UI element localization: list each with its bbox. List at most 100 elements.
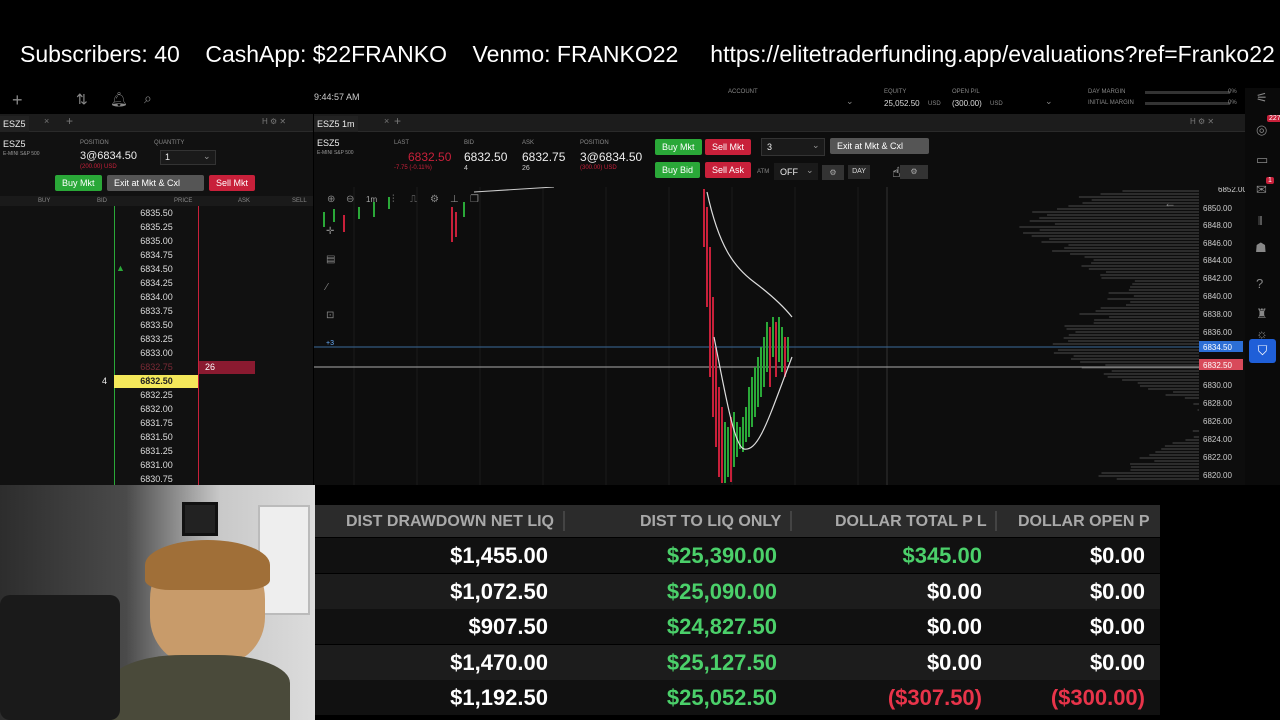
- crosshair-icon[interactable]: ✛: [326, 226, 334, 237]
- quantity-input[interactable]: 1 ⌄: [160, 150, 216, 165]
- dom-position-label: POSITION: [80, 140, 109, 146]
- col-price: PRICE: [174, 198, 192, 204]
- price-chart[interactable]: 6852.00 6850.00 6848.00 6846.00 6844.00 6842.…: [314, 187, 1245, 485]
- shield-icon[interactable]: ⛉: [1249, 339, 1276, 363]
- bid-label: BID: [464, 140, 474, 146]
- ladder-row[interactable]: 6835.50: [0, 207, 313, 221]
- line-draw-icon[interactable]: ⁄: [326, 282, 328, 293]
- last-label: LAST: [394, 140, 409, 146]
- lock-icon[interactable]: ⊡: [326, 310, 334, 321]
- ladder-row[interactable]: 6832.25: [0, 389, 313, 403]
- interval-button[interactable]: 1m: [366, 195, 377, 204]
- ladder-price: 6832.00: [115, 404, 198, 414]
- ladder-price: 6835.00: [115, 236, 198, 246]
- col-bid: BID: [97, 198, 107, 204]
- price-axis-label: 6820.00: [1203, 471, 1232, 480]
- chart-panel-controls-icon[interactable]: H ⚙ ✕: [1190, 117, 1214, 126]
- layout-icon[interactable]: ⊥: [450, 194, 459, 205]
- chart-close-icon[interactable]: ×: [384, 116, 389, 126]
- trophy-icon[interactable]: ♜: [1256, 306, 1268, 322]
- initial-margin-value: 0%: [1228, 100, 1237, 106]
- search-icon[interactable]: ⌕: [144, 90, 152, 107]
- chart-sell-mkt-button[interactable]: Sell Mkt: [705, 139, 751, 155]
- dom-sell-mkt-button[interactable]: Sell Mkt: [209, 175, 255, 191]
- close-icon[interactable]: ×: [44, 116, 49, 126]
- quantity-chevron-icon[interactable]: ⌄: [203, 151, 211, 162]
- transfer-icon[interactable]: ⇅: [76, 91, 88, 108]
- sell-ask-button[interactable]: Sell Ask: [705, 162, 751, 178]
- chart-add-tab-icon[interactable]: +: [394, 114, 401, 128]
- account-stats-table: DIST DRAWDOWN NET LIQ DIST TO LIQ ONLY D…: [315, 505, 1160, 720]
- ladder-row[interactable]: 6831.75: [0, 417, 313, 431]
- ladder-row[interactable]: 6833.50: [0, 319, 313, 333]
- ladder-row[interactable]: ▲ 6834.50: [0, 263, 313, 277]
- table-cell: $0.00: [927, 650, 982, 676]
- chart-buy-mkt-button[interactable]: Buy Mkt: [655, 139, 702, 155]
- table-cell: $25,052.50: [667, 685, 777, 711]
- dom-buy-mkt-button[interactable]: Buy Mkt: [55, 175, 102, 191]
- account-chevron-down-icon[interactable]: ⌄: [846, 96, 854, 107]
- help-icon[interactable]: ?: [1256, 276, 1263, 291]
- panel-controls-icon[interactable]: H ⚙ ✕: [262, 117, 286, 126]
- sliders-icon[interactable]: ⚟: [1256, 90, 1268, 106]
- ladder-row[interactable]: 6833.00: [0, 347, 313, 361]
- ladder-price: 6831.50: [115, 432, 198, 442]
- tif-day-button[interactable]: DAY: [848, 165, 870, 179]
- globe-icon[interactable]: ◎: [1256, 122, 1267, 138]
- indicators-icon[interactable]: ⎍: [410, 194, 417, 205]
- price-axis-label: 6840.00: [1203, 292, 1232, 301]
- equity-unit: USD: [928, 101, 941, 107]
- ladder-row[interactable]: 6831.50: [0, 431, 313, 445]
- ladder-row[interactable]: 6832.00: [0, 403, 313, 417]
- chart-settings-icon[interactable]: ⚙: [430, 194, 439, 205]
- notes-icon[interactable]: ▤: [326, 254, 335, 265]
- add-icon[interactable]: +: [12, 90, 23, 111]
- quantity-label: QUANTITY: [154, 140, 184, 146]
- messages-icon[interactable]: ✉: [1256, 182, 1267, 198]
- ladder-row[interactable]: 6835.25: [0, 221, 313, 235]
- atm-select[interactable]: OFF ⌄: [774, 163, 818, 180]
- copy-icon[interactable]: ❐: [470, 194, 479, 205]
- ask-label: ASK: [522, 140, 534, 146]
- bars-icon[interactable]: ⫼: [1258, 216, 1263, 227]
- dom-exit-button[interactable]: Exit at Mkt & Cxl: [107, 175, 204, 191]
- ladder-row[interactable]: 6834.00: [0, 291, 313, 305]
- dom-position-value: 3@6834.50: [80, 150, 137, 162]
- back-arrow-icon[interactable]: ←: [1164, 196, 1176, 210]
- add-tab-icon[interactable]: +: [66, 114, 73, 128]
- atm-settings-icon[interactable]: ⚙: [822, 165, 844, 180]
- col-buy: BUY: [38, 198, 50, 204]
- zoom-out-icon[interactable]: ⊖: [346, 194, 354, 205]
- tab-esz5-1m[interactable]: ESZ5 1m: [314, 116, 358, 132]
- ladder-row[interactable]: 6833.25: [0, 333, 313, 347]
- table-cell: $0.00: [1090, 614, 1145, 640]
- zoom-in-icon[interactable]: ⊕: [327, 194, 335, 205]
- bell-icon[interactable]: 🔔︎: [110, 91, 128, 108]
- tif-settings-icon[interactable]: ⚙: [900, 165, 928, 179]
- ladder-price: 6835.25: [115, 222, 198, 232]
- chat-icon[interactable]: ▭: [1256, 152, 1268, 168]
- ladder-price: 6833.00: [115, 348, 198, 358]
- ladder-row[interactable]: 6831.25: [0, 445, 313, 459]
- ladder-row[interactable]: 6834.75: [0, 249, 313, 263]
- ladder-row[interactable]: 6835.00: [0, 235, 313, 249]
- chart-position-label: POSITION: [580, 140, 609, 146]
- users-icon[interactable]: ☗: [1255, 240, 1267, 256]
- ladder-row[interactable]: 6834.25: [0, 277, 313, 291]
- ladder-price: 6832.50: [115, 376, 198, 386]
- chart-qty-input[interactable]: 3 ⌄: [761, 138, 825, 156]
- ladder-price: 6831.00: [115, 460, 198, 470]
- price-axis-label: 6838.00: [1203, 310, 1232, 319]
- candle-type-icon[interactable]: ⫶: [392, 194, 395, 205]
- chart-qty-chevron-icon[interactable]: ⌄: [812, 140, 820, 151]
- price-axis-label: 6824.00: [1203, 435, 1232, 444]
- pl-chevron-down-icon[interactable]: ⌄: [1045, 96, 1053, 107]
- ladder-row[interactable]: 6833.75: [0, 305, 313, 319]
- ladder-row[interactable]: 6831.00: [0, 459, 313, 473]
- ladder-row[interactable]: 26 6832.75: [0, 361, 313, 375]
- tab-esz5[interactable]: ESZ5: [0, 116, 29, 132]
- ladder-row[interactable]: 1 4 6832.50: [0, 375, 313, 389]
- atm-chevron-icon[interactable]: ⌄: [806, 165, 814, 176]
- buy-bid-button[interactable]: Buy Bid: [655, 162, 700, 178]
- chart-exit-button[interactable]: Exit at Mkt & Cxl: [830, 138, 929, 154]
